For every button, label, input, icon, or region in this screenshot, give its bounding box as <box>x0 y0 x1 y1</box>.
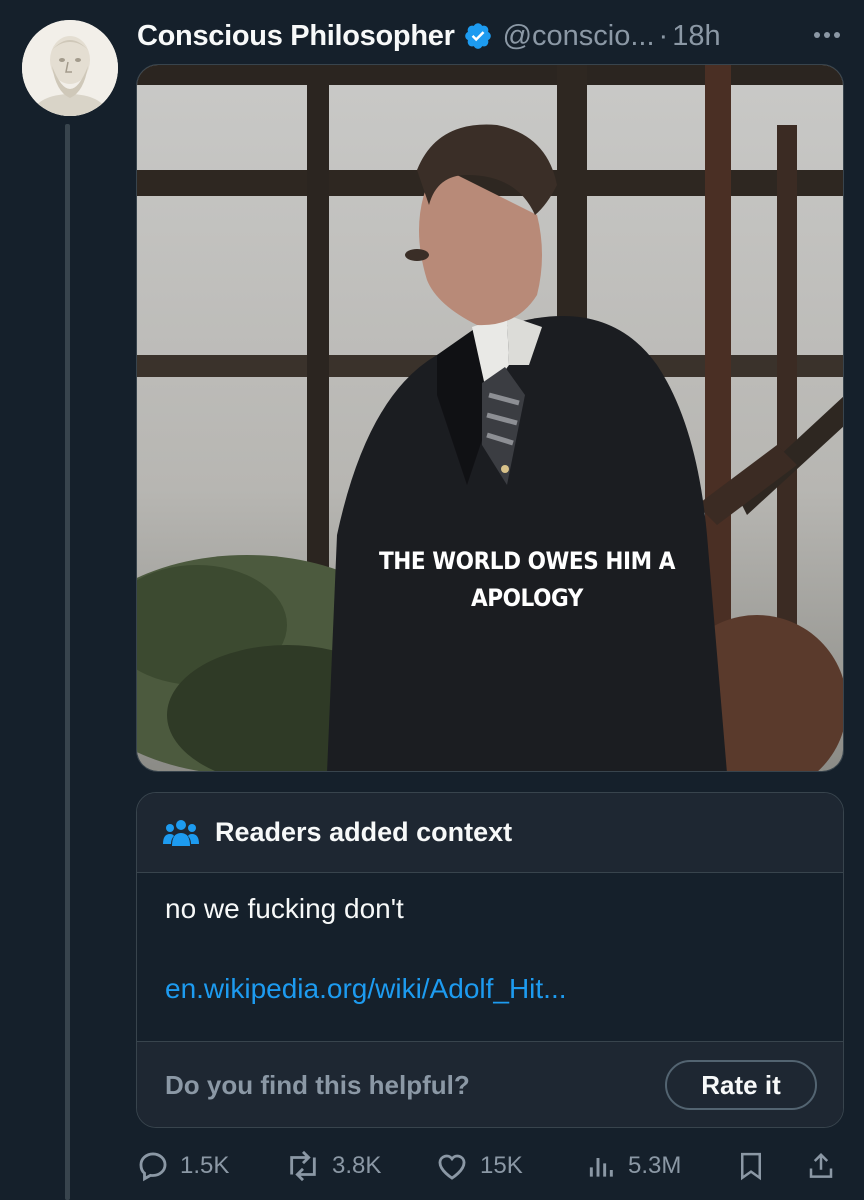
share-icon <box>809 1152 833 1178</box>
like-button[interactable]: 15K <box>434 1140 523 1192</box>
post-image[interactable]: THE WORLD OWES HIM A APOLOGY <box>136 64 844 772</box>
reply-button[interactable]: 1.5K <box>136 1140 229 1192</box>
image-overlay-caption: THE WORLD OWES HIM A APOLOGY <box>320 543 734 617</box>
action-bar: 1.5K 3.8K 15K 5.3M <box>136 1140 846 1192</box>
community-note-link[interactable]: en.wikipedia.org/wiki/Adolf_Hit... <box>165 973 567 1005</box>
author-name[interactable]: Conscious Philosopher <box>137 20 455 53</box>
separator-dot: · <box>658 19 669 52</box>
thread-line <box>65 124 70 1200</box>
repost-icon <box>290 1150 316 1182</box>
bookmark-button[interactable] <box>736 1140 766 1192</box>
like-count: 15K <box>480 1152 523 1179</box>
post-time[interactable]: 18h <box>672 20 720 53</box>
community-note-title: Readers added context <box>215 817 513 847</box>
overlay-line-1: THE WORLD OWES HIM A <box>379 547 675 575</box>
verified-badge-icon[interactable] <box>463 21 493 51</box>
reply-icon <box>139 1152 167 1182</box>
people-icon <box>163 819 199 846</box>
more-options-icon[interactable] <box>809 20 845 50</box>
views-icon <box>589 1158 613 1177</box>
post-header: Conscious Philosopher @conscio... · 18h <box>137 14 849 58</box>
overlay-line-2: APOLOGY <box>470 584 584 612</box>
view-count: 5.3M <box>628 1152 682 1179</box>
community-note-text: no we fucking don't <box>165 893 404 924</box>
repost-count: 3.8K <box>332 1152 382 1179</box>
avatar[interactable] <box>22 20 118 116</box>
community-note-header: Readers added context <box>137 793 843 873</box>
community-note: Readers added context no we fucking don'… <box>136 792 844 1128</box>
reply-count: 1.5K <box>180 1152 230 1179</box>
photo <box>137 65 843 771</box>
heart-icon <box>438 1154 466 1180</box>
share-button[interactable] <box>806 1140 836 1192</box>
repost-button[interactable]: 3.8K <box>284 1140 381 1192</box>
views-button[interactable]: 5.3M <box>586 1140 681 1192</box>
helpful-prompt: Do you find this helpful? <box>165 1070 470 1100</box>
bookmark-icon <box>741 1152 761 1181</box>
rate-it-button[interactable]: Rate it <box>665 1060 817 1110</box>
author-handle[interactable]: @conscio... <box>503 20 655 53</box>
socrates-bust-avatar <box>22 20 118 116</box>
community-note-footer: Do you find this helpful? Rate it <box>137 1041 843 1127</box>
